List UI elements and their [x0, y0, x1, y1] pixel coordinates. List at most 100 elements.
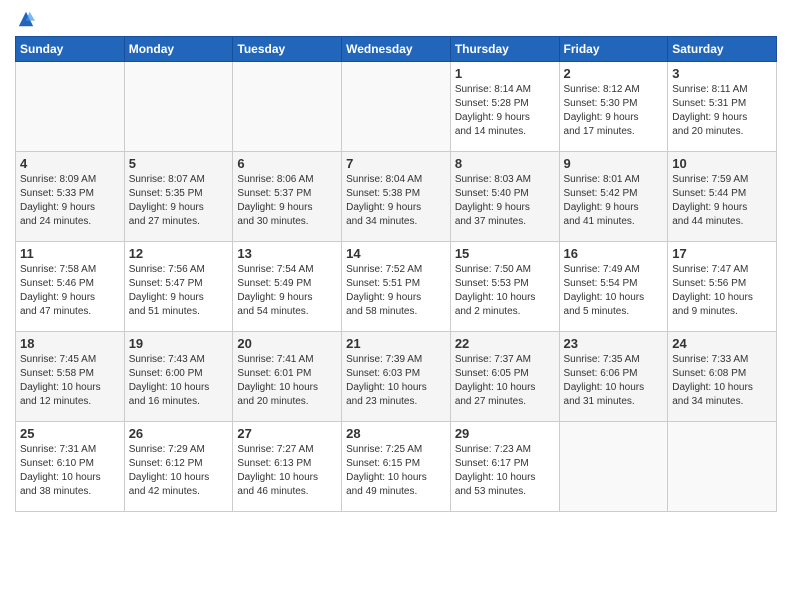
day-number: 4: [20, 156, 120, 171]
day-number: 22: [455, 336, 555, 351]
day-number: 16: [564, 246, 664, 261]
calendar-cell: 4 Sunrise: 8:09 AM Sunset: 5:33 PM Daylig…: [16, 152, 125, 242]
day-number: 18: [20, 336, 120, 351]
calendar-cell: 10 Sunrise: 7:59 AM Sunset: 5:44 PM Dayli…: [668, 152, 777, 242]
calendar-cell: 23Sunrise: 7:35 AM Sunset: 6:06 PM Dayli…: [559, 332, 668, 422]
calendar-cell: 19 Sunrise: 7:43 AM Sunset: 6:00 PM Dayli…: [124, 332, 233, 422]
calendar-cell: 12 Sunrise: 7:56 AM Sunset: 5:47 PM Dayli…: [124, 242, 233, 332]
day-number: 3: [672, 66, 772, 81]
day-info: Sunrise: 8:06 AM Sunset: 5:37 PM Dayligh…: [237, 173, 337, 229]
day-number: 2: [564, 66, 664, 81]
day-number: 5: [129, 156, 229, 171]
day-info: Sunrise: 8:07 AM Sunset: 5:35 PM Dayligh…: [129, 173, 229, 229]
day-number: 11: [20, 246, 120, 261]
day-info: Sunrise: 7:59 AM Sunset: 5:44 PM Dayligh…: [672, 173, 772, 229]
col-header-saturday: Saturday: [668, 37, 777, 62]
day-info: Sunrise: 7:56 AM Sunset: 5:47 PM Dayligh…: [129, 263, 229, 319]
calendar-cell: 27 Sunrise: 7:27 AM Sunset: 6:13 PM Dayli…: [233, 422, 342, 512]
day-number: 29: [455, 426, 555, 441]
day-info: Sunrise: 7:43 AM Sunset: 6:00 PM Dayligh…: [129, 353, 229, 409]
calendar-cell: 5 Sunrise: 8:07 AM Sunset: 5:35 PM Daylig…: [124, 152, 233, 242]
day-info: Sunrise: 8:12 AM Sunset: 5:30 PM Dayligh…: [564, 83, 664, 139]
calendar-cell: 20Sunrise: 7:41 AM Sunset: 6:01 PM Dayli…: [233, 332, 342, 422]
day-info: Sunrise: 7:33 AM Sunset: 6:08 PM Dayligh…: [672, 353, 772, 409]
day-info: Sunrise: 7:31 AM Sunset: 6:10 PM Dayligh…: [20, 443, 120, 499]
calendar-cell: 24 Sunrise: 7:33 AM Sunset: 6:08 PM Dayli…: [668, 332, 777, 422]
day-info: Sunrise: 7:45 AM Sunset: 5:58 PM Dayligh…: [20, 353, 120, 409]
day-number: 27: [237, 426, 337, 441]
calendar-table: SundayMondayTuesdayWednesdayThursdayFrid…: [15, 36, 777, 512]
calendar-week-4: 18 Sunrise: 7:45 AM Sunset: 5:58 PM Dayli…: [16, 332, 777, 422]
day-number: 8: [455, 156, 555, 171]
day-info: Sunrise: 8:04 AM Sunset: 5:38 PM Dayligh…: [346, 173, 446, 229]
day-info: Sunrise: 8:09 AM Sunset: 5:33 PM Dayligh…: [20, 173, 120, 229]
calendar-cell: 16 Sunrise: 7:49 AM Sunset: 5:54 PM Dayli…: [559, 242, 668, 332]
day-info: Sunrise: 8:11 AM Sunset: 5:31 PM Dayligh…: [672, 83, 772, 139]
calendar-cell: 18 Sunrise: 7:45 AM Sunset: 5:58 PM Dayli…: [16, 332, 125, 422]
day-number: 26: [129, 426, 229, 441]
day-number: 6: [237, 156, 337, 171]
col-header-friday: Friday: [559, 37, 668, 62]
col-header-tuesday: Tuesday: [233, 37, 342, 62]
calendar-cell: 28Sunrise: 7:25 AM Sunset: 6:15 PM Dayli…: [342, 422, 451, 512]
day-info: Sunrise: 7:50 AM Sunset: 5:53 PM Dayligh…: [455, 263, 555, 319]
calendar-cell: 13 Sunrise: 7:54 AM Sunset: 5:49 PM Dayli…: [233, 242, 342, 332]
calendar-cell: 8 Sunrise: 8:03 AM Sunset: 5:40 PM Daylig…: [450, 152, 559, 242]
calendar-cell: 11 Sunrise: 7:58 AM Sunset: 5:46 PM Dayli…: [16, 242, 125, 332]
calendar-cell: 7 Sunrise: 8:04 AM Sunset: 5:38 PM Daylig…: [342, 152, 451, 242]
calendar-cell: 9 Sunrise: 8:01 AM Sunset: 5:42 PM Daylig…: [559, 152, 668, 242]
day-info: Sunrise: 7:49 AM Sunset: 5:54 PM Dayligh…: [564, 263, 664, 319]
calendar-week-3: 11 Sunrise: 7:58 AM Sunset: 5:46 PM Dayli…: [16, 242, 777, 332]
day-info: Sunrise: 8:01 AM Sunset: 5:42 PM Dayligh…: [564, 173, 664, 229]
day-info: Sunrise: 7:27 AM Sunset: 6:13 PM Dayligh…: [237, 443, 337, 499]
day-info: Sunrise: 7:54 AM Sunset: 5:49 PM Dayligh…: [237, 263, 337, 319]
logo: [15, 10, 35, 28]
calendar-cell: 22 Sunrise: 7:37 AM Sunset: 6:05 PM Dayli…: [450, 332, 559, 422]
calendar-cell: 29 Sunrise: 7:23 AM Sunset: 6:17 PM Dayli…: [450, 422, 559, 512]
day-number: 28: [346, 426, 446, 441]
col-header-sunday: Sunday: [16, 37, 125, 62]
day-number: 9: [564, 156, 664, 171]
day-number: 13: [237, 246, 337, 261]
col-header-wednesday: Wednesday: [342, 37, 451, 62]
day-number: 14: [346, 246, 446, 261]
day-number: 24: [672, 336, 772, 351]
day-number: 10: [672, 156, 772, 171]
day-info: Sunrise: 8:14 AM Sunset: 5:28 PM Dayligh…: [455, 83, 555, 139]
day-number: 7: [346, 156, 446, 171]
day-number: 15: [455, 246, 555, 261]
calendar-header-row: SundayMondayTuesdayWednesdayThursdayFrid…: [16, 37, 777, 62]
day-number: 19: [129, 336, 229, 351]
calendar-cell: 1 Sunrise: 8:14 AM Sunset: 5:28 PM Daylig…: [450, 62, 559, 152]
calendar-cell: 15 Sunrise: 7:50 AM Sunset: 5:53 PM Dayli…: [450, 242, 559, 332]
calendar-week-2: 4 Sunrise: 8:09 AM Sunset: 5:33 PM Daylig…: [16, 152, 777, 242]
day-info: Sunrise: 7:58 AM Sunset: 5:46 PM Dayligh…: [20, 263, 120, 319]
day-info: Sunrise: 7:52 AM Sunset: 5:51 PM Dayligh…: [346, 263, 446, 319]
day-number: 1: [455, 66, 555, 81]
day-info: Sunrise: 7:47 AM Sunset: 5:56 PM Dayligh…: [672, 263, 772, 319]
calendar-cell: 26 Sunrise: 7:29 AM Sunset: 6:12 PM Dayli…: [124, 422, 233, 512]
day-number: 25: [20, 426, 120, 441]
calendar-week-1: 1 Sunrise: 8:14 AM Sunset: 5:28 PM Daylig…: [16, 62, 777, 152]
calendar-cell: 14 Sunrise: 7:52 AM Sunset: 5:51 PM Dayli…: [342, 242, 451, 332]
calendar-cell: [668, 422, 777, 512]
calendar-cell: [342, 62, 451, 152]
day-info: Sunrise: 7:41 AM Sunset: 6:01 PM Dayligh…: [237, 353, 337, 409]
day-info: Sunrise: 7:23 AM Sunset: 6:17 PM Dayligh…: [455, 443, 555, 499]
calendar-week-5: 25 Sunrise: 7:31 AM Sunset: 6:10 PM Dayli…: [16, 422, 777, 512]
day-info: Sunrise: 8:03 AM Sunset: 5:40 PM Dayligh…: [455, 173, 555, 229]
day-info: Sunrise: 7:39 AM Sunset: 6:03 PM Dayligh…: [346, 353, 446, 409]
calendar-cell: 21 Sunrise: 7:39 AM Sunset: 6:03 PM Dayli…: [342, 332, 451, 422]
calendar-cell: 25 Sunrise: 7:31 AM Sunset: 6:10 PM Dayli…: [16, 422, 125, 512]
day-info: Sunrise: 7:29 AM Sunset: 6:12 PM Dayligh…: [129, 443, 229, 499]
day-info: Sunrise: 7:37 AM Sunset: 6:05 PM Dayligh…: [455, 353, 555, 409]
day-number: 21: [346, 336, 446, 351]
day-number: 23: [564, 336, 664, 351]
calendar-cell: 3 Sunrise: 8:11 AM Sunset: 5:31 PM Daylig…: [668, 62, 777, 152]
page-header: [15, 10, 777, 28]
logo-icon: [17, 10, 35, 28]
day-number: 12: [129, 246, 229, 261]
calendar-cell: [124, 62, 233, 152]
col-header-monday: Monday: [124, 37, 233, 62]
calendar-cell: [233, 62, 342, 152]
